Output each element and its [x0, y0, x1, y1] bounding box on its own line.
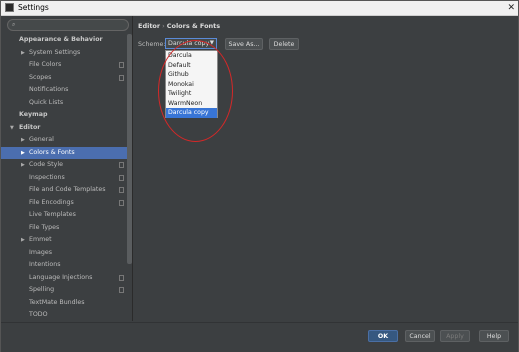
- expand-arrow-icon[interactable]: ▼: [10, 122, 14, 135]
- sidebar-item-label: TextMate Bundles: [29, 298, 85, 306]
- settings-tree: Appearance & Behavior ▶ System Settings Fil…: [1, 34, 128, 322]
- window-title: Settings: [18, 3, 49, 12]
- project-settings-icon: [119, 62, 124, 68]
- cancel-button[interactable]: Cancel: [405, 330, 435, 342]
- sidebar-item-label: File Types: [29, 223, 60, 231]
- sidebar-item-textmate-bundles[interactable]: TextMate Bundles: [1, 297, 128, 310]
- sidebar-item-label: Keymap: [19, 111, 48, 118]
- sidebar-item-file-and-code-templates[interactable]: File and Code Templates: [1, 184, 128, 197]
- save-as-button[interactable]: Save As...: [225, 38, 263, 50]
- sidebar-item-label: Spelling: [29, 286, 55, 293]
- project-settings-icon: [119, 199, 124, 206]
- sidebar-item-label: Quick Lists: [29, 98, 64, 106]
- sidebar-item-code-style[interactable]: ▶ Code Style: [1, 159, 128, 172]
- sidebar-item-colors-fonts[interactable]: ▶ Colors & Fonts: [1, 146, 128, 160]
- sidebar-item-label: File Encodings: [29, 198, 74, 206]
- search-field[interactable]: ⌕: [7, 19, 129, 31]
- sidebar-item-label: File and Code Templates: [29, 186, 106, 193]
- search-icon: ⌕: [12, 21, 16, 28]
- sidebar-item-label: Scopes: [29, 73, 52, 81]
- collapse-arrow-icon[interactable]: ▶: [21, 147, 25, 160]
- sidebar-item-images[interactable]: Images: [1, 247, 128, 260]
- collapse-arrow-icon[interactable]: ▶: [21, 159, 25, 172]
- project-settings-icon: [119, 174, 124, 181]
- sidebar-item-label: Language Injections: [29, 273, 93, 281]
- scheme-select-value: Darcula copy: [168, 40, 210, 47]
- search-input[interactable]: [20, 20, 120, 30]
- sidebar-item-label: Images: [29, 248, 53, 256]
- sidebar-item-inspections[interactable]: Inspections: [1, 172, 128, 185]
- scheme-option[interactable]: Default: [166, 61, 217, 71]
- sidebar-item-file-encodings[interactable]: File Encodings: [1, 197, 128, 210]
- sidebar-item-quick-lists[interactable]: Quick Lists: [1, 97, 128, 110]
- project-settings-icon: [119, 287, 124, 293]
- sidebar-item-label: Intentions: [29, 261, 61, 268]
- sidebar-item-file-types[interactable]: File Types: [1, 222, 128, 235]
- help-button[interactable]: Help: [479, 330, 509, 342]
- sidebar-item-file-colors[interactable]: File Colors: [1, 59, 128, 72]
- sidebar-item-live-templates[interactable]: Live Templates: [1, 209, 128, 222]
- scheme-select[interactable]: Darcula copy ▼: [165, 38, 217, 49]
- sidebar-item-intentions[interactable]: Intentions: [1, 259, 128, 272]
- sidebar-item-label: General: [29, 136, 54, 143]
- sidebar-item-system-settings[interactable]: ▶ System Settings: [1, 47, 128, 60]
- project-settings-icon: [119, 274, 124, 281]
- settings-sidebar: ⌕ Appearance & Behavior ▶ System Settings F…: [1, 16, 133, 321]
- app-icon: [5, 3, 14, 12]
- settings-content: Editor › Colors & Fonts Scheme: Darcula co…: [133, 16, 518, 321]
- sidebar-item-label: System Settings: [29, 48, 81, 56]
- sidebar-item-language-injections[interactable]: Language Injections: [1, 272, 128, 285]
- sidebar-item-label: Editor: [19, 123, 41, 131]
- close-icon[interactable]: ✕: [507, 2, 515, 14]
- title-bar: Settings ✕: [1, 1, 518, 16]
- sidebar-item-label: Notifications: [29, 86, 69, 93]
- scheme-label: Scheme:: [138, 41, 166, 48]
- sidebar-item-label: Live Templates: [29, 211, 76, 218]
- breadcrumb-item-editor: Editor: [138, 22, 161, 30]
- scheme-option[interactable]: Github: [166, 70, 217, 80]
- dialog-footer: OK Cancel Apply Help: [1, 322, 518, 352]
- ok-button[interactable]: OK: [368, 330, 398, 342]
- breadcrumb-item-colors-fonts: Colors & Fonts: [166, 22, 221, 30]
- sidebar-item-label: Inspections: [29, 173, 65, 181]
- sidebar-item-label: TODO: [29, 311, 48, 318]
- breadcrumb-separator: ›: [162, 22, 165, 30]
- scheme-option[interactable]: Twilight: [166, 89, 217, 99]
- collapse-arrow-icon[interactable]: ▶: [21, 47, 25, 60]
- scheme-option[interactable]: Monokai: [166, 80, 217, 90]
- scheme-option[interactable]: Darcula copy: [166, 108, 217, 118]
- apply-button[interactable]: Apply: [440, 330, 470, 342]
- sidebar-item-spelling[interactable]: Spelling: [1, 284, 128, 297]
- delete-button[interactable]: Delete: [269, 38, 299, 50]
- project-settings-icon: [119, 74, 124, 81]
- project-settings-icon: [119, 162, 124, 168]
- sidebar-item-label: Colors & Fonts: [29, 148, 75, 156]
- collapse-arrow-icon[interactable]: ▶: [21, 134, 25, 147]
- sidebar-item-keymap[interactable]: Keymap: [1, 109, 128, 122]
- settings-window: Settings ✕ ⌕ Appearance & Behavior ▶ Syste…: [0, 0, 519, 352]
- breadcrumb: Editor › Colors & Fonts: [138, 21, 220, 31]
- sidebar-item-emmet[interactable]: ▶ Emmet: [1, 234, 128, 247]
- chevron-down-icon: ▼: [209, 40, 214, 46]
- project-settings-icon: [119, 187, 124, 193]
- sidebar-item-label: Appearance & Behavior: [19, 36, 103, 43]
- scheme-option[interactable]: Darcula: [166, 51, 217, 61]
- sidebar-item-general[interactable]: ▶ General: [1, 134, 128, 147]
- sidebar-item-notifications[interactable]: Notifications: [1, 84, 128, 97]
- scheme-option[interactable]: WarmNeon: [166, 99, 217, 109]
- collapse-arrow-icon[interactable]: ▶: [21, 234, 25, 247]
- sidebar-item-label: Code Style: [29, 161, 63, 168]
- sidebar-item-label: File Colors: [29, 61, 62, 68]
- sidebar-item-todo[interactable]: TODO: [1, 309, 128, 322]
- sidebar-item-editor[interactable]: ▼ Editor: [1, 122, 128, 135]
- sidebar-item-appearance-behavior[interactable]: Appearance & Behavior: [1, 34, 128, 47]
- sidebar-scrollbar[interactable]: [127, 34, 132, 264]
- scheme-dropdown-list: Darcula Default Github Monokai Twilight WarmN…: [165, 50, 218, 118]
- sidebar-item-label: Emmet: [29, 236, 52, 243]
- sidebar-item-scopes[interactable]: Scopes: [1, 72, 128, 85]
